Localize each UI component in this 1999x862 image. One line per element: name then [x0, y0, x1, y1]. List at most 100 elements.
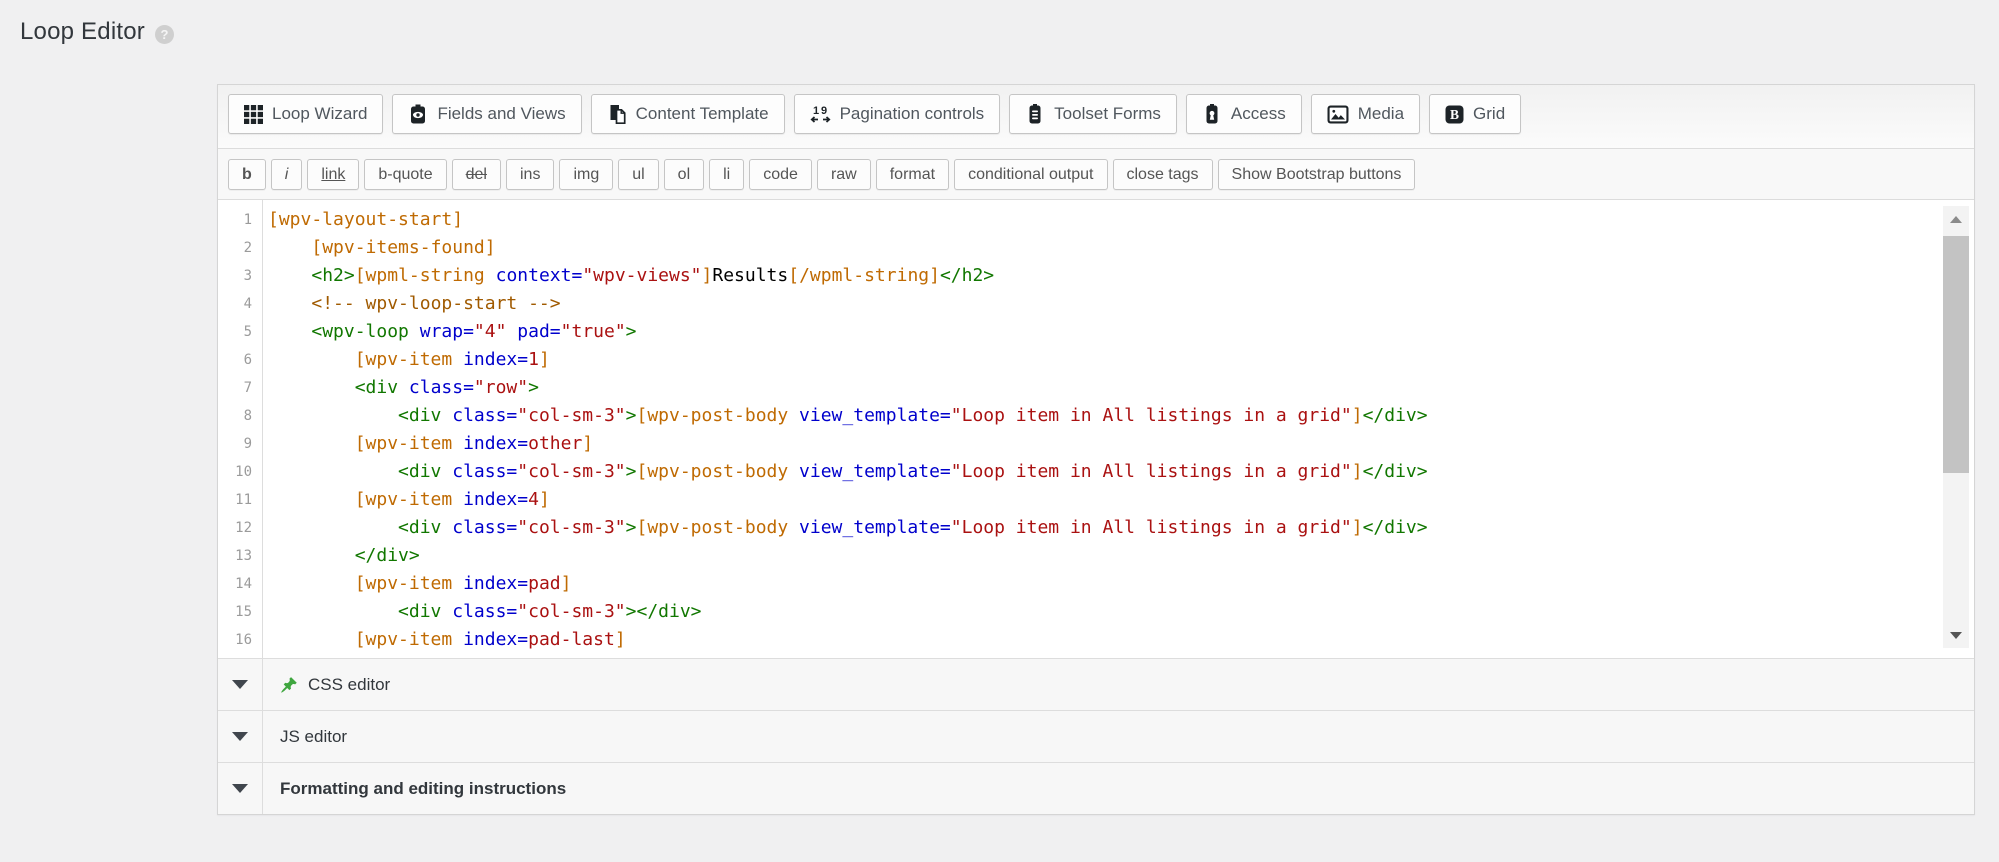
media-button[interactable]: Media [1311, 94, 1420, 134]
fields-and-views-button[interactable]: Fields and Views [392, 94, 581, 134]
pagination-icon: 19 [810, 104, 831, 125]
arrow-down-icon [1950, 632, 1962, 639]
button-label: Content Template [636, 104, 769, 124]
quicktag-show-bootstrap-buttons-button[interactable]: Show Bootstrap buttons [1218, 159, 1416, 190]
quicktag-img-button[interactable]: img [559, 159, 613, 190]
quicktag-li-button[interactable]: li [709, 159, 744, 190]
panel-collapse-cell[interactable] [218, 711, 263, 762]
collapsible-panels: CSS editor JS editor Formatting and editin… [218, 658, 1974, 814]
line-number: 17 [218, 654, 252, 658]
line-number: 9 [218, 430, 252, 458]
panel-collapse-cell[interactable] [218, 763, 263, 814]
quicktag-format-button[interactable]: format [876, 159, 949, 190]
button-label: Loop Wizard [272, 104, 367, 124]
code-line: <h2>[wpml-string context="wpv-views"]Res… [268, 262, 1974, 290]
pagination-controls-button[interactable]: 19 Pagination controls [794, 94, 1001, 134]
line-number-gutter: 1234567891011121314151617 [218, 200, 263, 658]
svg-text:B: B [1450, 107, 1459, 122]
code-text[interactable]: [wpv-layout-start] [wpv-items-found] <h2… [263, 200, 1974, 658]
access-icon [1202, 104, 1222, 125]
scrollbar-up-button[interactable] [1943, 206, 1969, 232]
scrollbar-thumb[interactable] [1943, 236, 1969, 473]
code-line: <div class="row"> [268, 374, 1974, 402]
arrow-up-icon [1950, 216, 1962, 223]
button-label: Toolset Forms [1054, 104, 1161, 124]
media-icon [1327, 105, 1349, 124]
code-editor[interactable]: 1234567891011121314151617 [wpv-layout-st… [218, 200, 1974, 658]
code-scroll-area: 1234567891011121314151617 [wpv-layout-st… [218, 200, 1974, 658]
line-number: 8 [218, 402, 252, 430]
code-line: [wpv-item index=4] [268, 486, 1974, 514]
svg-text:1: 1 [813, 105, 819, 117]
code-line: [wpv-item index=1] [268, 346, 1974, 374]
quicktags-toolbar: bilinkb-quotedelinsimgulollicoderawforma… [218, 149, 1974, 200]
help-icon[interactable]: ? [155, 25, 174, 44]
access-button[interactable]: Access [1186, 94, 1302, 134]
quicktag-conditional-output-button[interactable]: conditional output [954, 159, 1107, 190]
panel-header: Formatting and editing instructions [263, 763, 566, 814]
panel-js-editor[interactable]: JS editor [218, 710, 1974, 762]
panel-label: JS editor [280, 727, 347, 747]
button-label: Access [1231, 104, 1286, 124]
panel-header: CSS editor [263, 659, 390, 710]
editor-vertical-scrollbar[interactable] [1943, 206, 1969, 648]
code-line: [wpv-layout-start] [268, 206, 1974, 234]
line-number: 11 [218, 486, 252, 514]
quicktag-b-quote-button[interactable]: b-quote [364, 159, 446, 190]
collapse-toggle-icon[interactable] [232, 680, 248, 689]
toolset-forms-icon [1025, 104, 1045, 125]
line-number: 4 [218, 290, 252, 318]
quicktag-b-button[interactable]: b [228, 159, 266, 190]
code-line: <div class="col-sm-3">[wpv-post-body vie… [268, 402, 1974, 430]
quicktag-code-button[interactable]: code [749, 159, 812, 190]
line-number: 2 [218, 234, 252, 262]
code-line: <wpv-loop wrap="4" pad="true"> [268, 318, 1974, 346]
code-line: </div> [268, 542, 1974, 570]
button-label: Pagination controls [840, 104, 985, 124]
quicktag-link-button[interactable]: link [307, 159, 359, 190]
line-number: 14 [218, 570, 252, 598]
page-header: Loop Editor ? [20, 18, 174, 46]
code-line: [wpv-items-found] [268, 234, 1974, 262]
collapse-toggle-icon[interactable] [232, 784, 248, 793]
quicktag-ul-button[interactable]: ul [618, 159, 658, 190]
pin-icon [280, 676, 298, 694]
toolset-forms-button[interactable]: Toolset Forms [1009, 94, 1177, 134]
line-number: 1 [218, 206, 252, 234]
line-number: 3 [218, 262, 252, 290]
button-label: Media [1358, 104, 1404, 124]
page-title: Loop Editor [20, 18, 145, 46]
line-number: 12 [218, 514, 252, 542]
quicktag-i-button[interactable]: i [271, 159, 303, 190]
panel-label: CSS editor [308, 675, 390, 695]
quicktag-ol-button[interactable]: ol [664, 159, 704, 190]
fields-and-views-icon [408, 104, 428, 125]
collapse-toggle-icon[interactable] [232, 732, 248, 741]
line-number: 13 [218, 542, 252, 570]
panel-label: Formatting and editing instructions [280, 779, 566, 799]
code-line: <div class="col-sm-3"></div> [268, 598, 1974, 626]
scrollbar-down-button[interactable] [1943, 622, 1969, 648]
panel-css-editor[interactable]: CSS editor [218, 658, 1974, 710]
panel-collapse-cell[interactable] [218, 659, 263, 710]
quicktag-close-tags-button[interactable]: close tags [1113, 159, 1213, 190]
quicktag-del-button[interactable]: del [452, 159, 501, 190]
grid-button[interactable]: BGrid [1429, 94, 1521, 134]
content-template-button[interactable]: Content Template [591, 94, 785, 134]
line-number: 16 [218, 626, 252, 654]
code-line: <!-- wpv-loop-start --> [268, 290, 1974, 318]
line-number: 7 [218, 374, 252, 402]
line-number: 15 [218, 598, 252, 626]
loop-wizard-button[interactable]: Loop Wizard [228, 94, 383, 134]
quicktag-raw-button[interactable]: raw [817, 159, 871, 190]
line-number: 10 [218, 458, 252, 486]
code-line: <div class="col-sm-3"></div> [268, 654, 1974, 658]
quicktag-ins-button[interactable]: ins [506, 159, 554, 190]
bootstrap-icon: B [1445, 105, 1464, 124]
code-line: <div class="col-sm-3">[wpv-post-body vie… [268, 514, 1974, 542]
code-line: <div class="col-sm-3">[wpv-post-body vie… [268, 458, 1974, 486]
loop-editor-metabox: Loop Wizard Fields and Views Content Templ… [217, 84, 1975, 815]
code-line: [wpv-item index=pad] [268, 570, 1974, 598]
panel-formatting-and-editing-instructions[interactable]: Formatting and editing instructions [218, 762, 1974, 814]
code-line: [wpv-item index=pad-last] [268, 626, 1974, 654]
